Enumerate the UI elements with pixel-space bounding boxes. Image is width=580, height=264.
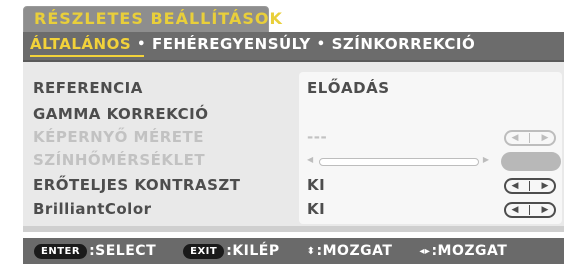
tab-separator-dot: • [316,36,326,52]
setting-label: BrilliantColor [33,200,152,218]
setting-value: ELŐADÁS [307,79,390,97]
slider-value-box [501,152,561,171]
arrow-divider [529,205,531,215]
setting-row-brilliantcolor[interactable]: BrilliantColor KI ◀ ▶ [0,200,580,222]
leftright-hint-text: :MOZGAT [431,243,508,259]
left-arrow-icon: ◀ [511,132,519,143]
tab-feheregyensuly[interactable]: FEHÉREGYENSÚLY [152,35,311,53]
slider-left-arrow-icon: ◀ [307,155,314,164]
left-right-arrows-icon[interactable]: ◀ ▶ [504,178,556,194]
setting-label: ERŐTELJES KONTRASZT [33,176,241,194]
footer-help-bar: ENTER :SELECT EXIT :KILÉP ⬍ :MOZGAT ◂▸ :… [23,238,564,264]
setting-label: REFERENCIA [33,79,143,97]
temperature-slider: ◀ ▶ [307,155,489,168]
right-arrow-icon: ▶ [541,132,549,143]
setting-label: KÉPERNYŐ MÉRETE [33,128,204,146]
left-right-arrows-icon[interactable]: ◀ ▶ [504,202,556,218]
right-arrow-icon[interactable]: ▶ [542,181,549,191]
arrow-divider [529,181,531,191]
slider-track [319,158,479,166]
slider-right-arrow-icon: ▶ [482,155,489,164]
exit-key-icon: EXIT [183,243,225,259]
setting-row-gamma-korrekcio[interactable]: GAMMA KORREKCIÓ [0,105,580,127]
left-right-arrow-icon: ◂▸ [419,245,431,257]
menu-title: RÉSZLETES BEÁLLÍTÁSOK [34,9,283,28]
setting-row-referencia[interactable]: REFERENCIA ELŐADÁS [0,79,580,101]
exit-hint-text: :KILÉP [226,243,280,259]
setting-row-szinhomerseklet: SZÍNHŐMÉRSÉKLET ◀ ▶ [0,151,580,173]
tab-szinkorrekcio[interactable]: SZÍNKORREKCIÓ [332,35,476,53]
left-arrow-icon[interactable]: ◀ [512,205,519,215]
footer-updown-hint: ⬍ :MOZGAT [307,243,393,259]
setting-label: GAMMA KORREKCIÓ [33,105,209,123]
setting-value: --- [307,128,328,146]
arrow-divider [529,133,531,143]
footer-enter-hint: ENTER :SELECT [34,243,156,259]
left-right-arrows-icon: ◀ ▶ [504,130,556,146]
setting-label: SZÍNHŐMÉRSÉKLET [33,151,206,169]
footer-leftright-hint: ◂▸ :MOZGAT [419,243,507,259]
setting-row-kepernyo-merete: KÉPERNYŐ MÉRETE --- ◀ ▶ [0,128,580,150]
right-arrow-icon[interactable]: ▶ [542,205,549,215]
left-arrow-icon[interactable]: ◀ [512,181,519,191]
setting-row-eroteljes-kontraszt[interactable]: ERŐTELJES KONTRASZT KI ◀ ▶ [0,176,580,198]
setting-value: KI [307,176,326,194]
enter-key-icon: ENTER [34,243,88,259]
tab-separator-dot: • [137,36,146,52]
setting-value: KI [307,200,326,218]
tabs: ÁLTALÁNOS • FEHÉREGYENSÚLY • SZÍNKORREKC… [30,35,475,53]
active-tab-underline [30,55,144,57]
updown-hint-text: :MOZGAT [316,243,393,259]
tab-altalanos[interactable]: ÁLTALÁNOS [30,35,131,53]
up-down-arrow-icon: ⬍ [306,245,316,257]
footer-exit-hint: EXIT :KILÉP [183,243,280,259]
enter-hint-text: :SELECT [89,243,157,259]
